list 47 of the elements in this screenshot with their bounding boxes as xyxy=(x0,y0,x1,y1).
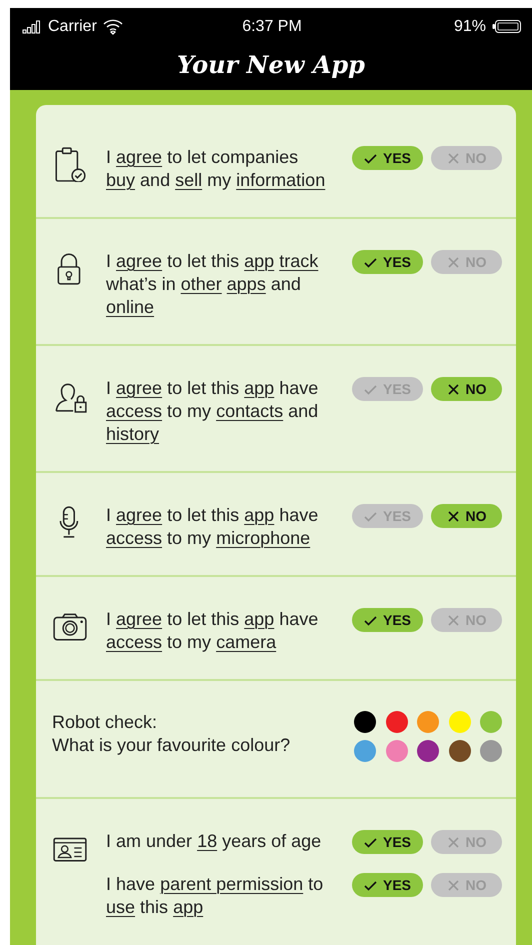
wifi-icon xyxy=(102,18,123,34)
colour-swatch[interactable] xyxy=(417,711,439,733)
consent-statement: I agree to let companies buy and sell my information xyxy=(106,146,326,192)
yes-button[interactable]: YES xyxy=(352,146,423,170)
carrier-label: Carrier xyxy=(48,18,97,36)
robot-check-question: Robot check: xyxy=(52,711,158,734)
battery-percentage: 91% xyxy=(454,18,486,36)
signal-icon xyxy=(22,20,42,34)
robot-check-question: What is your favourite colour? xyxy=(52,734,292,757)
yes-button[interactable]: YES xyxy=(352,873,423,897)
no-button[interactable]: NO xyxy=(431,504,502,528)
yes-button[interactable]: YES xyxy=(352,608,423,632)
close-icon xyxy=(446,382,460,396)
check-icon xyxy=(364,510,377,522)
consent-statement: I agree to let this app have access to my microphone xyxy=(106,504,320,550)
colour-swatch[interactable] xyxy=(386,711,408,733)
colour-swatch[interactable] xyxy=(417,740,439,762)
colour-swatch[interactable] xyxy=(354,740,376,762)
yes-button[interactable]: YES xyxy=(352,250,423,274)
colour-swatch[interactable] xyxy=(448,740,470,762)
check-icon xyxy=(364,152,377,164)
battery-icon xyxy=(492,19,522,34)
consent-statement: I am under 18 years of age xyxy=(106,830,322,853)
colour-swatch[interactable] xyxy=(354,711,376,733)
close-icon xyxy=(446,614,460,626)
check-icon xyxy=(364,878,377,892)
consent-statement: I have parent permission to use this app xyxy=(106,873,324,919)
check-icon xyxy=(364,382,377,396)
app-title: Your New App xyxy=(177,50,365,80)
consent-statement: I agree to let this app have access to my contacts and history xyxy=(106,377,320,446)
check-icon xyxy=(364,836,377,848)
yes-button[interactable]: YES xyxy=(352,830,423,854)
clock-time: 6:37 PM xyxy=(242,18,302,34)
colour-swatch[interactable] xyxy=(480,740,502,762)
no-button[interactable]: NO xyxy=(431,377,502,401)
close-icon xyxy=(446,510,460,522)
close-icon xyxy=(446,836,460,848)
consent-statement: I agree to let this app have access to my camera xyxy=(106,608,320,654)
colour-swatch[interactable] xyxy=(480,711,502,733)
close-icon xyxy=(446,256,460,268)
check-icon xyxy=(364,614,377,626)
colour-swatch[interactable] xyxy=(386,740,408,762)
check-icon xyxy=(364,256,377,268)
colour-swatch[interactable] xyxy=(448,711,470,733)
consent-statement: I agree to let this app track what’s in other apps and online xyxy=(106,250,320,319)
close-icon xyxy=(446,878,460,892)
close-icon xyxy=(446,152,460,164)
